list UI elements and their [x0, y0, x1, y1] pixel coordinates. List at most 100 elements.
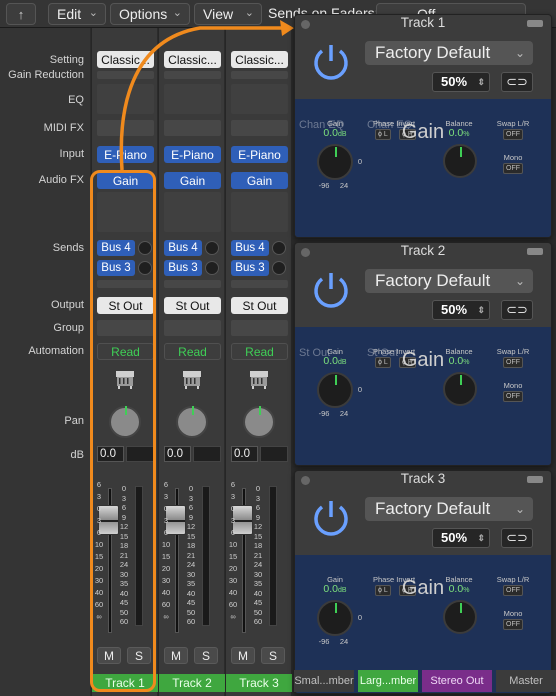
menu-options[interactable]: Options ⌄ [110, 3, 190, 25]
db-readout[interactable]: 0.0 [97, 446, 124, 462]
fader-scale-label: 15 [161, 552, 171, 561]
track-name-small-number[interactable]: Smal...mber [294, 670, 354, 692]
label-pan: Pan [64, 415, 84, 427]
send-1-button[interactable]: Bus 4 [97, 240, 135, 256]
send-2-button[interactable]: Bus 3 [164, 260, 202, 276]
power-icon[interactable] [307, 493, 355, 541]
mix-value-field[interactable]: 50% ⇕ [432, 72, 490, 92]
send-empty-slot[interactable] [97, 280, 154, 288]
link-icon[interactable]: ⊂⊃ [501, 528, 533, 548]
pan-knob[interactable] [109, 406, 141, 438]
track-name[interactable]: Track 2 [159, 674, 225, 692]
power-icon[interactable] [307, 37, 355, 85]
solo-button[interactable]: S [261, 647, 285, 664]
mono-toggle[interactable]: OFF [503, 163, 523, 174]
audio-fx-slot[interactable]: Gain [231, 172, 288, 189]
automation-mode-button[interactable]: Read [231, 343, 288, 360]
preset-name: Factory Default [375, 271, 491, 290]
mute-button[interactable]: M [164, 647, 188, 664]
balance-knob[interactable] [443, 600, 477, 634]
group-slot[interactable] [231, 320, 288, 336]
fader-scale-label: ∞ [230, 612, 236, 621]
mono-toggle[interactable]: OFF [503, 391, 523, 402]
output-button[interactable]: St Out [231, 297, 288, 314]
mute-button[interactable]: M [97, 647, 121, 664]
send-2-level-knob[interactable] [205, 261, 219, 275]
gain-knob[interactable] [317, 600, 353, 636]
preset-name: Factory Default [375, 43, 491, 62]
eq-slot[interactable] [97, 84, 154, 114]
gain-reduction-meter [164, 71, 221, 79]
preset-menu[interactable]: Factory Default ⌄ [365, 497, 533, 521]
pan-knob[interactable] [243, 406, 275, 438]
midi-fx-slot[interactable] [231, 120, 288, 136]
send-empty-slot[interactable] [231, 280, 288, 288]
audio-fx-empty-area[interactable] [164, 192, 221, 232]
send-2-button[interactable]: Bus 3 [231, 260, 269, 276]
solo-button[interactable]: S [127, 647, 151, 664]
send-1-level-knob[interactable] [205, 241, 219, 255]
preset-menu[interactable]: Factory Default ⌄ [365, 41, 533, 65]
output-button[interactable]: St Out [97, 297, 154, 314]
balance-knob[interactable] [443, 372, 477, 406]
send-1-button[interactable]: Bus 4 [164, 240, 202, 256]
audio-fx-empty-area[interactable] [231, 192, 288, 232]
gain-knob[interactable] [317, 144, 353, 180]
track-name[interactable]: Track 3 [226, 674, 292, 692]
send-2-level-knob[interactable] [272, 261, 286, 275]
setting-button[interactable]: Classic... [231, 51, 288, 68]
db-readout[interactable]: 0.0 [164, 446, 191, 462]
audio-fx-slot[interactable]: Gain [164, 172, 221, 189]
send-2-button[interactable]: Bus 3 [97, 260, 135, 276]
link-icon[interactable]: ⊂⊃ [501, 72, 533, 92]
send-1-button[interactable]: Bus 4 [231, 240, 269, 256]
track-name[interactable]: Track 1 [92, 674, 158, 692]
track-name-stereo-out[interactable]: Stereo Out [422, 670, 492, 692]
group-slot[interactable] [164, 320, 221, 336]
midi-fx-slot[interactable] [97, 120, 154, 136]
mix-value-field[interactable]: 50% ⇕ [432, 528, 490, 548]
automation-mode-button[interactable]: Read [164, 343, 221, 360]
menu-view[interactable]: View ⌄ [194, 3, 262, 25]
track-name-master[interactable]: Master [496, 670, 556, 692]
mix-value: 50% [441, 302, 468, 317]
db-readout[interactable]: 0.0 [231, 446, 258, 462]
send-2-level-knob[interactable] [138, 261, 152, 275]
level-meter [202, 486, 210, 626]
window-collapse-icon[interactable] [527, 476, 543, 483]
automation-mode-button[interactable]: Read [97, 343, 154, 360]
group-slot[interactable] [97, 320, 154, 336]
input-button[interactable]: E-Piano [164, 146, 221, 163]
midi-fx-slot[interactable] [164, 120, 221, 136]
mono-toggle[interactable]: OFF [503, 619, 523, 630]
pan-knob[interactable] [176, 406, 208, 438]
eq-slot[interactable] [164, 84, 221, 114]
mute-button[interactable]: M [231, 647, 255, 664]
meter-scale-label: 6 [188, 503, 194, 512]
send-empty-slot[interactable] [164, 280, 221, 288]
balance-knob[interactable] [443, 144, 477, 178]
link-icon[interactable]: ⊂⊃ [501, 300, 533, 320]
preset-menu[interactable]: Factory Default ⌄ [365, 269, 533, 293]
output-button[interactable]: St Out [164, 297, 221, 314]
setting-button[interactable]: Classic... [97, 51, 154, 68]
menu-edit[interactable]: Edit ⌄ [48, 3, 106, 25]
audio-fx-slot[interactable]: Gain [97, 172, 154, 189]
eq-slot[interactable] [231, 84, 288, 114]
chevron-down-icon: ⌄ [172, 7, 182, 19]
back-arrow-icon[interactable]: ↑ [6, 3, 36, 25]
window-collapse-icon[interactable] [527, 20, 543, 27]
solo-button[interactable]: S [194, 647, 218, 664]
audio-fx-empty-area[interactable] [97, 192, 154, 232]
mix-value-field[interactable]: 50% ⇕ [432, 300, 490, 320]
window-collapse-icon[interactable] [527, 248, 543, 255]
power-icon[interactable] [307, 265, 355, 313]
send-1-level-knob[interactable] [272, 241, 286, 255]
fader-scale-label: 20 [161, 564, 171, 573]
send-1-level-knob[interactable] [138, 241, 152, 255]
setting-button[interactable]: Classic... [164, 51, 221, 68]
track-name-large-number[interactable]: Larg...mber [358, 670, 418, 692]
input-button[interactable]: E-Piano [231, 146, 288, 163]
gain-knob[interactable] [317, 372, 353, 408]
input-button[interactable]: E-Piano [97, 146, 154, 163]
